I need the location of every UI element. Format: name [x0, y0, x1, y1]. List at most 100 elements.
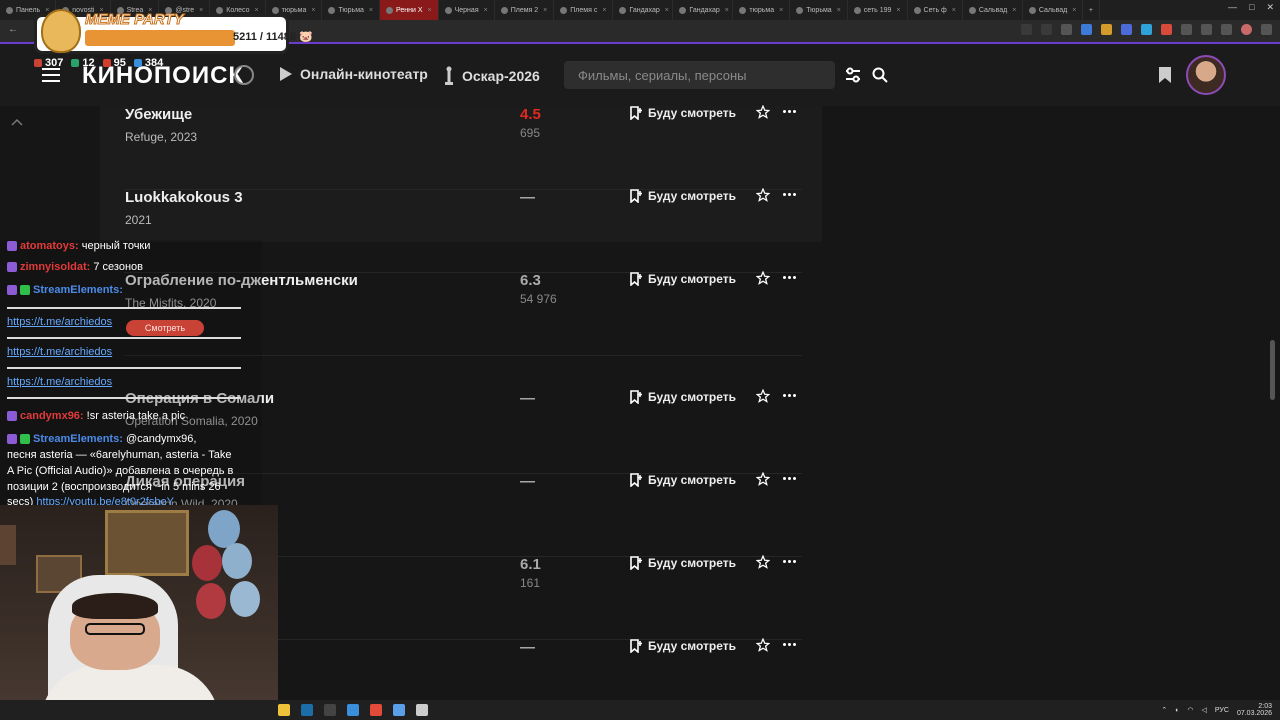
- extension-icon[interactable]: [1181, 24, 1192, 35]
- extension-icon[interactable]: [1061, 24, 1072, 35]
- tab-close-icon[interactable]: ×: [428, 7, 432, 14]
- oscar-link[interactable]: Оскар-2026: [444, 66, 540, 86]
- star-icon[interactable]: [756, 188, 770, 202]
- extension-icon[interactable]: [1221, 24, 1232, 35]
- browser-tab[interactable]: Черная ×: [439, 0, 495, 20]
- tab-close-icon[interactable]: ×: [543, 7, 547, 14]
- browser-tab[interactable]: Гандахар ×: [673, 0, 734, 20]
- tab-close-icon[interactable]: ×: [952, 7, 956, 14]
- watch-later-button[interactable]: Буду смотреть: [630, 639, 736, 653]
- search-icon[interactable]: [872, 67, 888, 83]
- star-icon[interactable]: [756, 638, 770, 652]
- scroll-up-chevron-icon[interactable]: [10, 114, 24, 132]
- more-options-icon[interactable]: [783, 110, 796, 113]
- chat-text: A Pic (Official Audio)» добавлена в очер…: [7, 465, 234, 477]
- tray-icon[interactable]: ⌃: [1161, 706, 1167, 714]
- back-icon[interactable]: ←: [8, 24, 18, 35]
- close-icon[interactable]: ✕: [1266, 2, 1274, 13]
- more-options-icon[interactable]: [783, 560, 796, 563]
- maximize-icon[interactable]: □: [1249, 2, 1254, 13]
- wifi-icon[interactable]: ◠: [1187, 706, 1193, 714]
- cinema-link[interactable]: Онлайн-кинотеатр: [280, 66, 428, 82]
- tab-close-icon[interactable]: ×: [725, 7, 729, 14]
- menu-icon[interactable]: [1261, 24, 1272, 35]
- more-options-icon[interactable]: [783, 643, 796, 646]
- language-indicator[interactable]: РУС: [1215, 707, 1229, 714]
- star-icon[interactable]: [756, 555, 770, 569]
- steam-icon[interactable]: [301, 704, 313, 716]
- browser-tab[interactable]: Ренни Х ×: [380, 0, 439, 20]
- film-title[interactable]: Luokkakokous 3: [125, 189, 243, 206]
- more-options-icon[interactable]: [783, 193, 796, 196]
- browser-tab[interactable]: Гандахар ×: [613, 0, 674, 20]
- tab-close-icon[interactable]: ×: [311, 7, 315, 14]
- extension-icon[interactable]: [1141, 24, 1152, 35]
- chat-link[interactable]: https://t.me/archiedos: [7, 376, 112, 388]
- tab-close-icon[interactable]: ×: [779, 7, 783, 14]
- browser-icon[interactable]: [370, 704, 382, 716]
- watch-later-button[interactable]: Буду смотреть: [630, 473, 736, 487]
- tray-icon[interactable]: ◐: [1175, 707, 1179, 714]
- more-options-icon[interactable]: [783, 394, 796, 397]
- profile-icon[interactable]: [1241, 24, 1252, 35]
- download-icon[interactable]: [1201, 24, 1212, 35]
- star-icon[interactable]: [756, 271, 770, 285]
- tab-close-icon[interactable]: ×: [199, 7, 203, 14]
- volume-icon[interactable]: ◁: [1202, 706, 1207, 714]
- browser-tab[interactable]: Сальвад ×: [1023, 0, 1083, 20]
- film-row[interactable]: Убежище Refuge, 2023 4.5 695 Буду смотреть: [100, 105, 822, 190]
- star-icon[interactable]: [1041, 24, 1052, 35]
- tab-close-icon[interactable]: ×: [1012, 7, 1016, 14]
- more-options-icon[interactable]: [783, 477, 796, 480]
- tab-close-icon[interactable]: ×: [1072, 7, 1076, 14]
- browser-tab[interactable]: Сеть ф ×: [908, 0, 963, 20]
- menu-burger-icon[interactable]: [42, 68, 60, 82]
- browser-tab[interactable]: Сальвад ×: [963, 0, 1023, 20]
- minimize-icon[interactable]: —: [1228, 2, 1237, 13]
- bookmark-icon[interactable]: [1158, 66, 1172, 84]
- watch-pill-button[interactable]: Смотреть: [126, 320, 204, 336]
- page-scrollbar[interactable]: [1270, 340, 1275, 400]
- new-tab-button[interactable]: +: [1083, 0, 1100, 20]
- star-icon[interactable]: [756, 389, 770, 403]
- watch-later-button[interactable]: Буду смотреть: [630, 189, 736, 203]
- watch-later-button[interactable]: Буду смотреть: [630, 556, 736, 570]
- star-icon[interactable]: [756, 105, 770, 119]
- zoom-icon[interactable]: [1021, 24, 1032, 35]
- extension-icon[interactable]: [1101, 24, 1112, 35]
- stream-chat-overlay: atomatoys: черный точки zimnyisoldat: 7 …: [0, 240, 262, 508]
- tab-close-icon[interactable]: ×: [837, 7, 841, 14]
- tab-close-icon[interactable]: ×: [896, 7, 900, 14]
- chat-link[interactable]: https://t.me/archiedos: [7, 316, 112, 328]
- folder-icon[interactable]: [278, 704, 290, 716]
- clock[interactable]: 2:03 07.03.2026: [1237, 703, 1272, 717]
- app-icon[interactable]: [324, 704, 336, 716]
- extension-icon[interactable]: [1081, 24, 1092, 35]
- tab-close-icon[interactable]: ×: [602, 7, 606, 14]
- watch-later-button[interactable]: Буду смотреть: [630, 390, 736, 404]
- extension-icon[interactable]: [1121, 24, 1132, 35]
- extension-icon[interactable]: [1161, 24, 1172, 35]
- tab-close-icon[interactable]: ×: [484, 7, 488, 14]
- browser-tab[interactable]: Племя 2 ×: [495, 0, 555, 20]
- browser-tab[interactable]: Тюрьма ×: [790, 0, 848, 20]
- more-options-icon[interactable]: [783, 276, 796, 279]
- filter-icon[interactable]: [845, 67, 861, 83]
- chat-link[interactable]: https://t.me/archiedos: [7, 346, 112, 358]
- tab-close-icon[interactable]: ×: [255, 7, 259, 14]
- browser-tab[interactable]: сеть 199 ×: [848, 0, 908, 20]
- browser-tab[interactable]: Тюрьма ×: [322, 0, 380, 20]
- app-icon[interactable]: [416, 704, 428, 716]
- watch-later-button[interactable]: Буду смотреть: [630, 272, 736, 286]
- search-input[interactable]: [564, 61, 835, 89]
- tab-close-icon[interactable]: ×: [665, 7, 669, 14]
- browser-tab[interactable]: тюрьма ×: [733, 0, 791, 20]
- user-avatar[interactable]: [1186, 55, 1226, 95]
- star-icon[interactable]: [756, 472, 770, 486]
- browser-tab[interactable]: Племя с ×: [554, 0, 614, 20]
- film-title[interactable]: Убежище: [125, 106, 192, 123]
- watch-later-button[interactable]: Буду смотреть: [630, 106, 736, 120]
- app-icon[interactable]: [347, 704, 359, 716]
- tab-close-icon[interactable]: ×: [369, 7, 373, 14]
- app-icon[interactable]: [393, 704, 405, 716]
